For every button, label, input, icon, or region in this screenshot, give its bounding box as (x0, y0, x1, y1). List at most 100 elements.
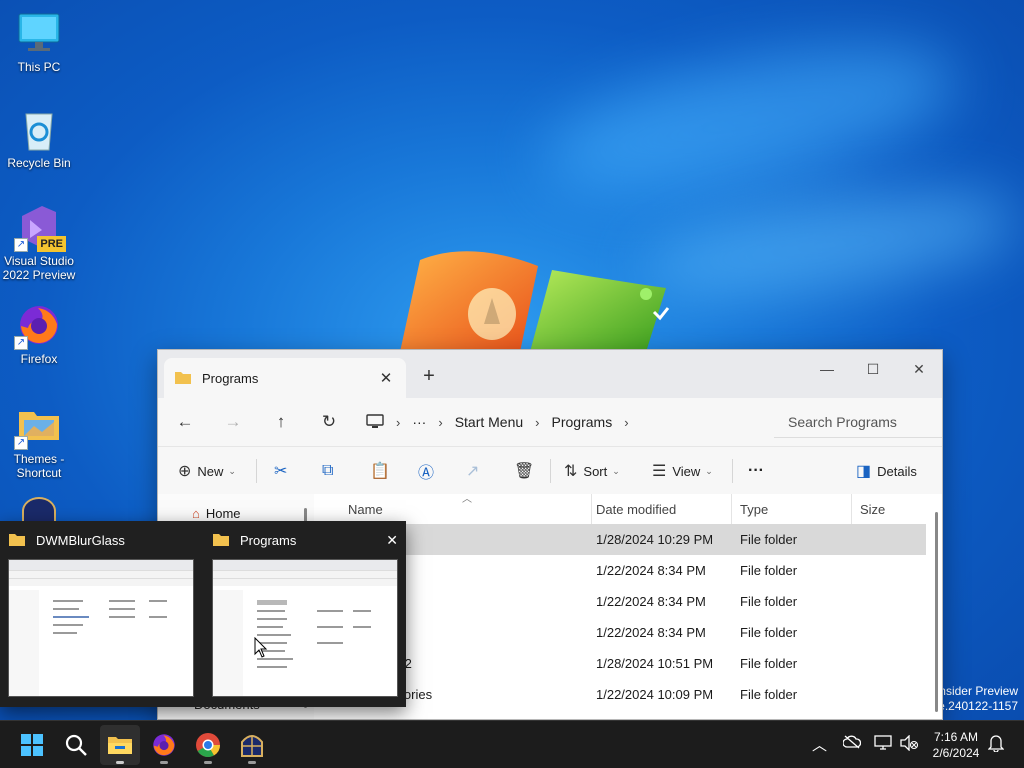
folder-icon (175, 372, 191, 384)
row-date: 1/28/2024 10:51 PM (596, 656, 714, 671)
visual-studio-icon: PRE ↗ (14, 204, 66, 252)
file-list-scrollbar[interactable] (935, 512, 938, 712)
chevron-down-icon: ⌄ (612, 465, 620, 476)
new-tab-button[interactable]: + (416, 363, 442, 389)
table-row[interactable]: dio 20221/28/2024 10:51 PMFile folder (316, 648, 926, 679)
copy-button[interactable]: ⧉ (322, 455, 339, 487)
chevron-down-icon: ⌄ (705, 465, 713, 476)
taskbar-clock[interactable]: 7:16 AM 2/6/2024 (924, 729, 988, 761)
network-icon[interactable] (874, 735, 892, 755)
rename-button[interactable]: Ⓐ (418, 455, 440, 487)
close-button[interactable]: ✕ (896, 354, 942, 384)
folder-icon (9, 534, 25, 546)
taskbar-thumbnail-popup: DWMBlurGlass Programs ✕ (0, 521, 406, 707)
desktop-icon-recycle-bin[interactable]: Recycle Bin (2, 106, 76, 170)
desktop-icon-themes-shortcut[interactable]: ↗ Themes - Shortcut (2, 402, 76, 480)
view-list-icon: ☰ (652, 463, 667, 480)
desktop-icon-label: Firefox (20, 352, 58, 366)
desktop-icon-this-pc[interactable]: This PC (2, 10, 76, 74)
notification-bell-icon[interactable] (987, 734, 1005, 756)
breadcrumb-start-menu[interactable]: Start Menu (455, 414, 523, 430)
table-row[interactable]: lity1/22/2024 8:34 PMFile folder (316, 555, 926, 586)
breadcrumb[interactable]: › ··· › Start Menu › Programs › (364, 406, 768, 438)
shortcut-arrow-icon: ↗ (14, 436, 28, 450)
column-name[interactable]: Name (340, 494, 592, 524)
shortcut-arrow-icon: ↗ (14, 336, 28, 350)
clipboard-icon: 📋 (370, 463, 390, 480)
insider-preview-watermark: nsider Preview se.240122-1157 (932, 684, 1018, 713)
home-icon: ⌂ (192, 506, 200, 521)
title-bar[interactable]: Programs ✕ + — ☐ ✕ (158, 350, 942, 398)
folder-icon: ↗ (14, 402, 62, 450)
table-row[interactable]: Accessories1/22/2024 10:09 PMFile folder (316, 679, 926, 710)
recycle-bin-icon (16, 106, 62, 152)
cut-button[interactable]: ✂ (274, 455, 293, 487)
volume-muted-icon[interactable] (900, 734, 919, 755)
thumbnail-title: Programs (240, 532, 297, 548)
thumbnail-dwmblurglass[interactable]: DWMBlurGlass (0, 521, 202, 707)
desktop-icon-label: Themes - Shortcut (13, 452, 65, 480)
table-row[interactable]: 1/22/2024 8:34 PM File folder (316, 617, 926, 648)
row-type: File folder (740, 532, 798, 547)
table-row[interactable]: 1/28/2024 10:29 PM File folder (316, 524, 926, 555)
refresh-button[interactable]: ↻ (311, 406, 347, 438)
minimize-button[interactable]: — (804, 354, 850, 384)
rename-icon: Ⓐ (418, 465, 435, 482)
breadcrumb-ellipsis[interactable]: ··· (412, 414, 426, 430)
tab-programs[interactable]: Programs ✕ (164, 358, 406, 398)
show-hidden-icons-chevron-up-icon[interactable]: ︿ (812, 734, 827, 755)
start-button[interactable] (12, 725, 52, 765)
thumbnail-programs[interactable]: Programs ✕ (204, 521, 406, 707)
up-button[interactable]: ↑ (263, 406, 299, 438)
tab-title: Programs (202, 370, 259, 386)
share-button[interactable]: ↗ (466, 455, 485, 487)
details-pane-button[interactable]: ◨ Details (856, 455, 917, 487)
view-button[interactable]: ☰ View ⌄ (652, 455, 713, 487)
folder-icon (213, 534, 229, 546)
column-size[interactable]: Size (852, 494, 922, 524)
forward-button[interactable]: → (215, 406, 251, 438)
close-thumbnail-icon[interactable]: ✕ (386, 532, 398, 549)
taskbar-dwmblurglass[interactable] (232, 725, 272, 765)
taskbar-firefox[interactable] (144, 725, 184, 765)
sort-button[interactable]: ⇅ Sort ⌄ (564, 455, 620, 487)
desktop-icon-visual-studio[interactable]: PRE ↗ Visual Studio 2022 Preview (2, 204, 76, 282)
sort-icon: ⇅ (564, 463, 578, 480)
more-options-button[interactable]: ··· (748, 455, 764, 487)
table-row[interactable]: Windows Kits1/22/2024 11:11 PMFile folde… (316, 710, 926, 719)
computer-icon[interactable] (366, 414, 384, 430)
scissors-icon: ✂ (274, 463, 288, 480)
pre-badge: PRE (37, 236, 66, 252)
chevron-right-icon: › (535, 414, 540, 430)
monitor-icon (16, 10, 62, 56)
row-date: 1/22/2024 10:09 PM (596, 687, 714, 702)
onedrive-cloud-offline-icon[interactable] (842, 735, 862, 753)
search-input[interactable]: Search Programs (774, 406, 942, 438)
thumbnail-title: DWMBlurGlass (36, 532, 125, 548)
column-type[interactable]: Type (732, 494, 852, 524)
thumbnail-preview (212, 559, 398, 697)
new-button[interactable]: ⊕ New ⌄ (178, 455, 236, 487)
clock-time: 7:16 AM (933, 730, 979, 744)
firefox-icon (153, 734, 175, 756)
maximize-button[interactable]: ☐ (850, 354, 896, 384)
search-button[interactable] (56, 725, 96, 765)
shortcut-arrow-icon: ↗ (14, 238, 28, 252)
details-pane-icon: ◨ (856, 463, 872, 480)
file-list: ︿ Name Date modified Type Size 1/28/2024… (316, 494, 942, 719)
windows-start-icon (21, 734, 43, 756)
close-tab-icon[interactable]: ✕ (376, 368, 396, 388)
copy-icon: ⧉ (322, 462, 334, 479)
breadcrumb-programs[interactable]: Programs (552, 414, 613, 430)
delete-button[interactable]: 🗑 (514, 455, 540, 487)
column-date-modified[interactable]: Date modified (588, 494, 732, 524)
taskbar-file-explorer[interactable] (100, 725, 140, 765)
back-button[interactable]: ← (167, 406, 203, 438)
desktop-icon-firefox[interactable]: ↗ Firefox (2, 302, 76, 366)
paste-button[interactable]: 📋 (370, 455, 396, 487)
taskbar-chrome[interactable] (188, 725, 228, 765)
table-row[interactable]: nce1/22/2024 8:34 PMFile folder (316, 586, 926, 617)
row-date: 1/22/2024 8:34 PM (596, 625, 706, 640)
nav-item-home[interactable]: ⌂ Home (192, 506, 241, 521)
column-header: ︿ Name Date modified Type Size (316, 494, 942, 524)
